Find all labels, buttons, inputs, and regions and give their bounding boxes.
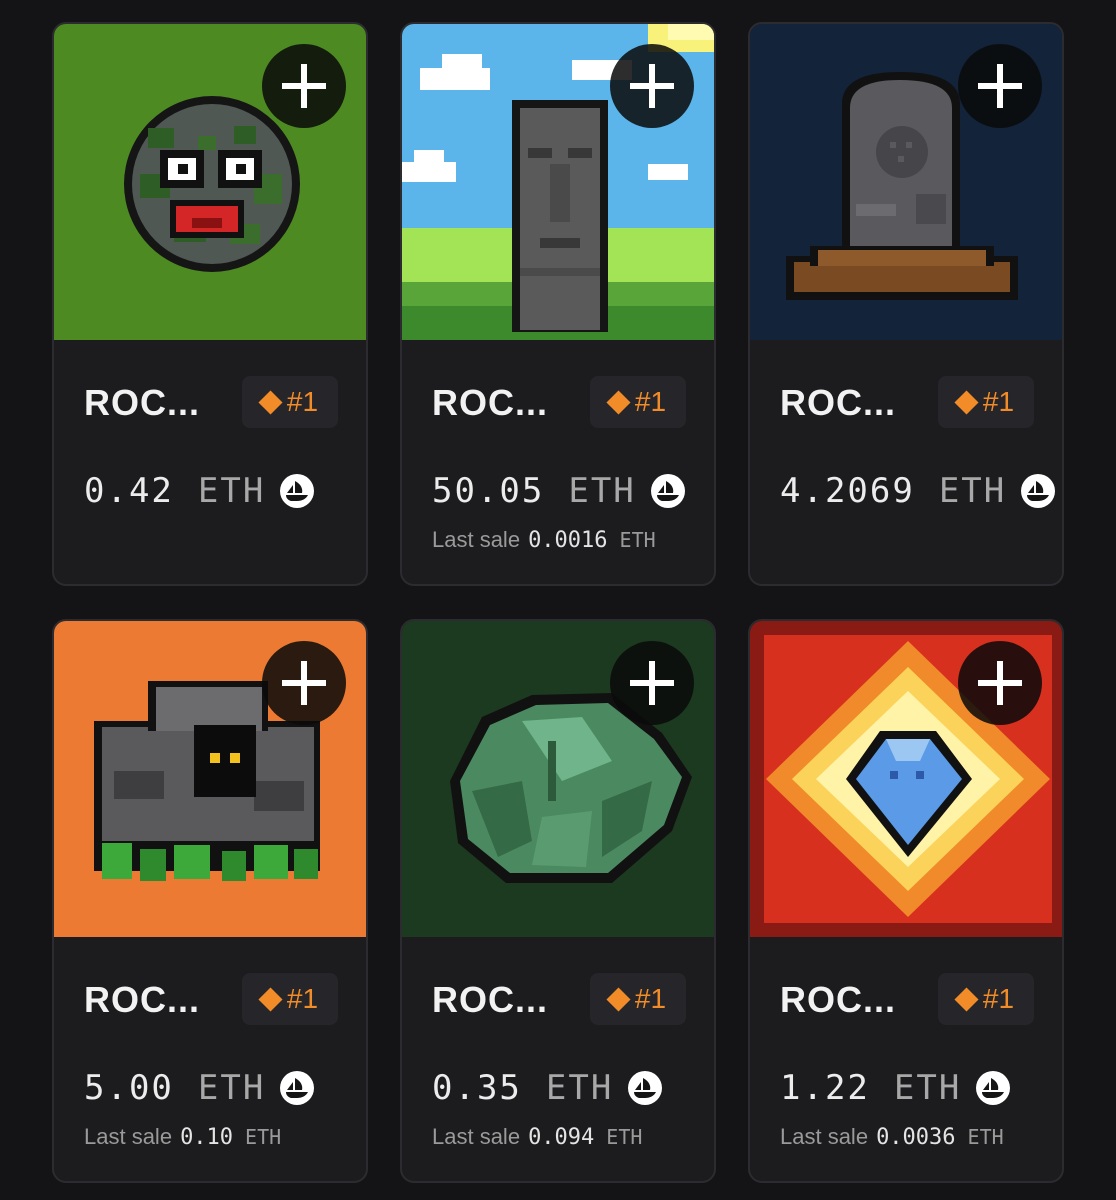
last-sale-value: 0.0036 <box>876 1125 956 1150</box>
price-row: 1.22 ETH <box>780 1068 1011 1108</box>
price-value: 0.35 <box>432 1068 522 1108</box>
price-currency: ETH <box>545 1068 614 1108</box>
diamond-icon <box>258 389 283 415</box>
price-row: 4.2069 ETH <box>780 471 1056 511</box>
rank-number: #1 <box>982 386 1015 417</box>
price-currency: ETH <box>893 1068 962 1108</box>
plus-icon <box>630 64 674 108</box>
rank-badge: #1 <box>590 376 686 428</box>
nft-card[interactable]: ROC... #1 50.05 ETH Last sale 0.0016 ETH <box>400 22 716 586</box>
price-value: 5.00 <box>84 1068 174 1108</box>
opensea-icon[interactable] <box>650 473 686 509</box>
last-sale-value: 0.10 <box>180 1125 234 1150</box>
nft-card[interactable]: ROC... #1 5.00 ETH Last sale 0.10 ETH <box>52 619 368 1183</box>
rank-badge: #1 <box>590 973 686 1025</box>
nft-title: ROC... <box>84 979 201 1020</box>
last-sale-currency: ETH <box>245 1125 282 1149</box>
opensea-icon[interactable] <box>975 1070 1011 1106</box>
price-currency: ETH <box>197 1068 266 1108</box>
last-sale-currency: ETH <box>619 528 656 552</box>
price-row: 0.35 ETH <box>432 1068 663 1108</box>
price-value: 50.05 <box>432 471 545 511</box>
nft-title: ROC... <box>780 382 897 423</box>
nft-title: ROC... <box>84 382 201 423</box>
price-currency: ETH <box>938 471 1007 511</box>
price-value: 4.2069 <box>780 471 915 511</box>
diamond-icon <box>606 986 631 1012</box>
nft-title: ROC... <box>780 979 897 1020</box>
diamond-icon <box>606 389 631 415</box>
last-sale-row: Last sale 0.094 ETH <box>432 1124 642 1150</box>
rank-number: #1 <box>286 386 319 417</box>
price-row: 5.00 ETH <box>84 1068 315 1108</box>
price-currency: ETH <box>568 471 636 511</box>
diamond-icon <box>954 986 979 1012</box>
opensea-icon[interactable] <box>1020 473 1056 509</box>
nft-card[interactable]: ROC... #1 1.22 ETH Last sale 0.0036 ETH <box>748 619 1064 1183</box>
last-sale-row: Last sale 0.0016 ETH <box>432 527 656 553</box>
price-row: 0.42 ETH <box>84 471 315 511</box>
last-sale-label: Last sale <box>432 527 521 552</box>
add-to-cart-button[interactable] <box>262 641 346 725</box>
rank-badge: #1 <box>938 973 1034 1025</box>
nft-title: ROC... <box>432 382 549 423</box>
price-row: 50.05 ETH <box>432 471 686 511</box>
add-to-cart-button[interactable] <box>958 641 1042 725</box>
nft-title: ROC... <box>432 979 549 1020</box>
plus-icon <box>282 661 326 705</box>
rank-number: #1 <box>634 983 667 1014</box>
price-value: 1.22 <box>780 1068 870 1108</box>
opensea-icon[interactable] <box>279 1070 315 1106</box>
last-sale-row: Last sale 0.10 ETH <box>84 1124 281 1150</box>
plus-icon <box>978 661 1022 705</box>
opensea-icon[interactable] <box>627 1070 663 1106</box>
last-sale-label: Last sale <box>84 1124 173 1149</box>
plus-icon <box>630 661 674 705</box>
rank-number: #1 <box>982 983 1015 1014</box>
plus-icon <box>978 64 1022 108</box>
add-to-cart-button[interactable] <box>958 44 1042 128</box>
plus-icon <box>282 64 326 108</box>
last-sale-value: 0.094 <box>528 1125 595 1150</box>
nft-card[interactable]: ROC... #1 0.35 ETH Last sale 0.094 ETH <box>400 619 716 1183</box>
price-currency: ETH <box>197 471 266 511</box>
add-to-cart-button[interactable] <box>610 44 694 128</box>
rank-number: #1 <box>286 983 319 1014</box>
last-sale-value: 0.0016 <box>528 528 608 553</box>
rank-badge: #1 <box>242 973 338 1025</box>
last-sale-row: Last sale 0.0036 ETH <box>780 1124 1004 1150</box>
diamond-icon <box>258 986 283 1012</box>
rank-number: #1 <box>634 386 667 417</box>
rank-badge: #1 <box>242 376 338 428</box>
last-sale-currency: ETH <box>606 1125 643 1149</box>
nft-card[interactable]: ROC... #1 4.2069 ETH <box>748 22 1064 586</box>
add-to-cart-button[interactable] <box>610 641 694 725</box>
price-value: 0.42 <box>84 471 174 511</box>
rank-badge: #1 <box>938 376 1034 428</box>
last-sale-currency: ETH <box>967 1125 1004 1149</box>
last-sale-label: Last sale <box>780 1124 869 1149</box>
opensea-icon[interactable] <box>279 473 315 509</box>
nft-card[interactable]: ROC... #1 0.42 ETH <box>52 22 368 586</box>
add-to-cart-button[interactable] <box>262 44 346 128</box>
last-sale-label: Last sale <box>432 1124 521 1149</box>
diamond-icon <box>954 389 979 415</box>
